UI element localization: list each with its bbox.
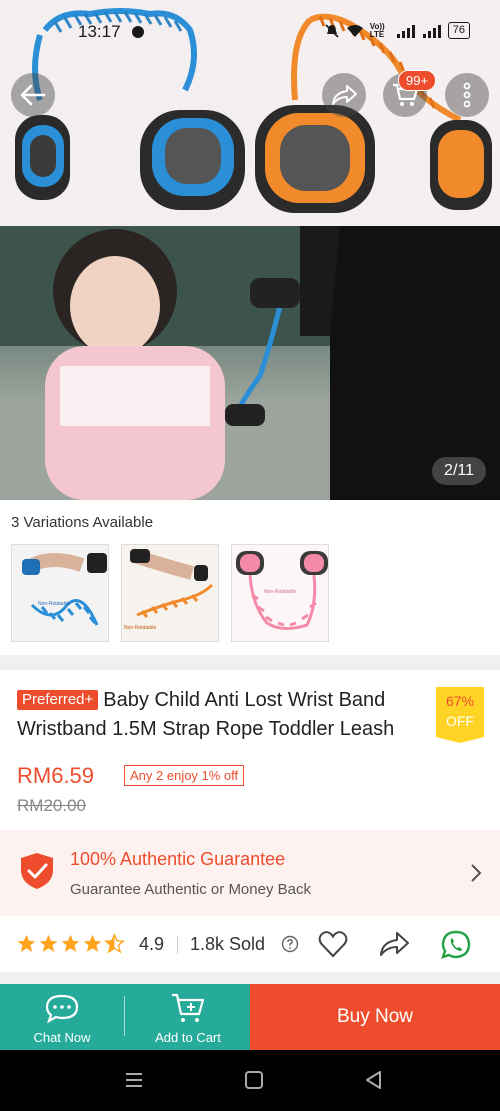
section-divider-2 <box>0 972 500 984</box>
help-icon[interactable] <box>281 935 299 953</box>
system-navigation-bar <box>0 1050 500 1111</box>
variation-label-3: Non-Rotatable <box>264 589 296 595</box>
image-counter: 2/11 <box>432 457 486 485</box>
back-arrow-icon <box>20 84 46 106</box>
rating-value: 4.9 <box>139 934 165 954</box>
buy-now-button[interactable]: Buy Now <box>250 984 500 1050</box>
rating-stars <box>16 933 125 954</box>
star-full-icon <box>83 934 102 952</box>
authentic-guarantee-banner[interactable]: 100% Authentic Guarantee Guarantee Authe… <box>0 830 500 916</box>
status-time: 13:17 <box>78 22 121 41</box>
variation-thumb-blue[interactable]: Non-Rotatable <box>11 544 109 642</box>
add-cart-icon <box>172 993 205 1022</box>
preferred-badge: Preferred+ <box>17 690 99 710</box>
wifi-icon <box>346 24 363 37</box>
more-vertical-icon <box>463 82 471 108</box>
discount-tag: 67% OFF <box>436 687 484 743</box>
network-label: Vo)) LTE <box>369 21 385 39</box>
product-title-block: Preferred+ Baby Child Anti Lost Wrist Ban… <box>17 686 435 744</box>
rating-divider <box>177 936 178 954</box>
recent-apps-icon[interactable] <box>124 1070 144 1090</box>
signal-icon <box>396 24 415 38</box>
mute-icon <box>325 23 339 38</box>
share-button[interactable] <box>322 73 366 117</box>
action-divider <box>124 996 125 1036</box>
secondary-actions: Chat Now Add to Cart <box>0 984 250 1050</box>
chat-bubble-icon <box>45 994 79 1024</box>
signal-icon-2 <box>422 24 441 38</box>
section-divider <box>0 655 500 670</box>
variations-section: 3 Variations Available Non-Rotatable Non… <box>0 500 500 655</box>
variation-thumb-orange[interactable]: Non-Rotatable <box>121 544 219 642</box>
notification-dot-icon <box>132 26 144 38</box>
variations-title: 3 Variations Available <box>11 514 154 531</box>
variation-label-2: Non-Rotatable <box>124 625 156 631</box>
share-icon <box>332 85 357 105</box>
star-full-icon <box>39 934 58 952</box>
original-price: RM20.00 <box>17 796 86 815</box>
discount-off-label: OFF <box>446 713 474 729</box>
star-full-icon <box>61 934 80 952</box>
sold-count: 1.8k Sold <box>190 934 266 954</box>
bottom-action-bar: Chat Now Add to Cart Buy Now <box>0 984 500 1050</box>
guarantee-title: 100% Authentic Guarantee <box>70 849 286 869</box>
star-half-icon <box>104 933 125 954</box>
status-indicators: Vo)) LTE 76 <box>324 22 470 39</box>
back-button[interactable] <box>11 73 55 117</box>
whatsapp-icon[interactable] <box>440 929 472 961</box>
shield-check-icon <box>21 853 53 889</box>
chat-now-button[interactable]: Chat Now <box>0 984 124 1050</box>
back-triangle-icon[interactable] <box>364 1070 384 1090</box>
star-full-icon <box>17 934 36 952</box>
chat-now-label: Chat Now <box>33 1030 91 1045</box>
heart-icon[interactable] <box>318 930 348 958</box>
variation-thumbnails: Non-Rotatable Non-Rotatable Non-Rotatabl… <box>11 544 329 642</box>
cart-count-badge: 99+ <box>398 70 437 91</box>
current-price: RM6.59 <box>17 763 95 788</box>
home-icon[interactable] <box>244 1070 264 1090</box>
chevron-right-icon <box>471 864 482 882</box>
battery-indicator: 76 <box>447 22 470 39</box>
child-with-leash-photo <box>0 226 500 500</box>
status-bar: 13:17 Vo)) LTE 76 <box>0 0 500 66</box>
variation-thumb-pink[interactable]: Non-Rotatable <box>231 544 329 642</box>
rating-row: 4.9 1.8k Sold <box>0 916 500 972</box>
variation-label-1: Non-Rotatable <box>38 601 70 607</box>
product-info: Preferred+ Baby Child Anti Lost Wrist Ban… <box>0 670 500 830</box>
guarantee-subtitle: Guarantee Authentic or Money Back <box>70 881 311 898</box>
more-options-button[interactable] <box>445 73 489 117</box>
product-image-carousel[interactable]: 13:17 Vo)) LTE 76 99+ 2/11 <box>0 0 500 500</box>
share-arrow-icon[interactable] <box>378 930 410 958</box>
add-to-cart-button[interactable]: Add to Cart <box>126 984 250 1050</box>
discount-percent: 67% <box>445 693 475 709</box>
add-to-cart-label: Add to Cart <box>155 1030 221 1045</box>
promo-tag[interactable]: Any 2 enjoy 1% off <box>124 765 245 786</box>
